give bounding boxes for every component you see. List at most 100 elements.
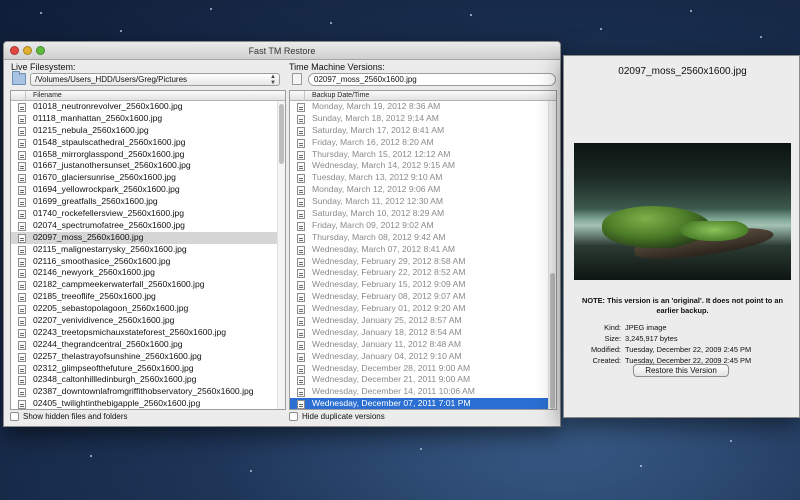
file-row[interactable]: 01740_rockefellersview_2560x1600.jpg <box>11 208 285 220</box>
version-date: Thursday, March 15, 2012 12:12 AM <box>312 148 451 159</box>
version-row[interactable]: Wednesday, January 18, 2012 8:54 AM <box>290 327 556 339</box>
file-name: 02205_sebastopolagoon_2560x1600.jpg <box>33 303 189 314</box>
version-row[interactable]: Saturday, March 10, 2012 8:29 AM <box>290 208 556 220</box>
version-row[interactable]: Tuesday, March 13, 2012 9:10 AM <box>290 172 556 184</box>
file-row[interactable]: 02257_thelastrayofsunshine_2560x1600.jpg <box>11 351 285 363</box>
version-list[interactable]: Backup Date/Time Monday, March 19, 2012 … <box>289 90 557 410</box>
file-icon <box>297 174 305 184</box>
zoom-button[interactable] <box>36 46 45 55</box>
file-row[interactable]: 02115_malignestarrysky_2560x1600.jpg <box>11 244 285 256</box>
file-name: 02312_glimpseofthefuture_2560x1600.jpg <box>33 362 194 373</box>
version-list-scroll-thumb[interactable] <box>550 273 555 409</box>
file-icon <box>18 328 26 338</box>
file-row[interactable]: 02387_downtownlafromgriffithobservatory_… <box>11 386 285 398</box>
size-row: Size: 3,245,917 bytes <box>564 333 800 344</box>
window-title: Fast TM Restore <box>248 46 316 56</box>
version-row[interactable]: Wednesday, March 07, 2012 8:41 AM <box>290 244 556 256</box>
version-row[interactable]: Wednesday, January 11, 2012 8:48 AM <box>290 339 556 351</box>
file-row[interactable]: 02243_treetopsmichauxstateforest_2560x16… <box>11 327 285 339</box>
file-row[interactable]: 02244_thegrandcentral_2560x1600.jpg <box>11 339 285 351</box>
version-row[interactable]: Monday, March 12, 2012 9:06 AM <box>290 184 556 196</box>
file-row[interactable]: 01694_yellowrockpark_2560x1600.jpg <box>11 184 285 196</box>
file-icon <box>18 317 26 327</box>
version-row[interactable]: Friday, March 09, 2012 9:02 AM <box>290 220 556 232</box>
file-row[interactable]: 02097_moss_2560x1600.jpg <box>11 231 285 244</box>
version-row[interactable]: Wednesday, February 01, 2012 9:20 AM <box>290 303 556 315</box>
version-row[interactable]: Wednesday, February 15, 2012 9:09 AM <box>290 279 556 291</box>
backup-date-column-header[interactable]: Backup Date/Time <box>290 91 556 101</box>
file-list[interactable]: Filename 01018_neutronrevolver_2560x1600… <box>10 90 286 410</box>
file-row[interactable]: 02146_newyork_2560x1600.jpg <box>11 267 285 279</box>
version-row[interactable]: Sunday, March 18, 2012 9:14 AM <box>290 113 556 125</box>
version-row[interactable]: Friday, March 16, 2012 8:20 AM <box>290 137 556 149</box>
file-name: 01118_manhattan_2560x1600.jpg <box>33 112 163 123</box>
version-row[interactable]: Monday, March 19, 2012 8:36 AM <box>290 101 556 113</box>
document-icon <box>292 73 302 85</box>
version-row[interactable]: Thursday, March 08, 2012 9:42 AM <box>290 232 556 244</box>
hide-duplicates-checkbox[interactable]: Hide duplicate versions <box>289 412 385 421</box>
version-date: Wednesday, January 25, 2012 8:57 AM <box>312 315 462 326</box>
window-controls <box>10 46 45 55</box>
file-name: 01694_yellowrockpark_2560x1600.jpg <box>33 184 180 195</box>
file-row[interactable]: 02185_treeoflife_2560x1600.jpg <box>11 291 285 303</box>
file-name: 02387_downtownlafromgriffithobservatory_… <box>33 386 254 397</box>
version-date: Friday, March 09, 2012 9:02 AM <box>312 219 434 230</box>
close-button[interactable] <box>10 46 19 55</box>
file-row[interactable]: 02074_spectrumofatree_2560x1600.jpg <box>11 220 285 232</box>
version-row[interactable]: Wednesday, February 29, 2012 8:58 AM <box>290 256 556 268</box>
live-filesystem-label: Live Filesystem: <box>11 62 76 72</box>
file-name: 01667_justanothersunset_2560x1600.jpg <box>33 160 191 171</box>
file-rows: 01018_neutronrevolver_2560x1600.jpg 01118… <box>11 101 285 409</box>
version-date: Wednesday, February 08, 2012 9:07 AM <box>312 291 466 302</box>
version-list-scrollbar[interactable] <box>548 101 556 409</box>
file-name: 02074_spectrumofatree_2560x1600.jpg <box>33 219 185 230</box>
file-row[interactable]: 02405_twilightinthebigapple_2560x1600.jp… <box>11 398 285 409</box>
file-row[interactable]: 01118_manhattan_2560x1600.jpg <box>11 113 285 125</box>
file-row[interactable]: 01670_glaciersunrise_2560x1600.jpg <box>11 172 285 184</box>
file-row[interactable]: 02312_glimpseofthefuture_2560x1600.jpg <box>11 363 285 375</box>
file-row[interactable]: 01215_nebula_2560x1600.jpg <box>11 125 285 137</box>
file-name: 01670_glaciersunrise_2560x1600.jpg <box>33 172 176 183</box>
file-row[interactable]: 01548_stpaulscathedral_2560x1600.jpg <box>11 137 285 149</box>
version-row[interactable]: Wednesday, December 14, 2011 10:06 AM <box>290 386 556 398</box>
file-name: 01215_nebula_2560x1600.jpg <box>33 124 149 135</box>
version-row[interactable]: Wednesday, December 07, 2011 7:01 PM <box>290 398 556 409</box>
file-row[interactable]: 01667_justanothersunset_2560x1600.jpg <box>11 160 285 172</box>
file-row[interactable]: 01658_mirrorglasspond_2560x1600.jpg <box>11 149 285 161</box>
version-row[interactable]: Thursday, March 15, 2012 12:12 AM <box>290 149 556 161</box>
file-icon <box>18 340 26 350</box>
file-info: Kind: JPEG image Size: 3,245,917 bytes M… <box>564 322 800 366</box>
file-row[interactable]: 02116_smoothasice_2560x1600.jpg <box>11 256 285 268</box>
checkbox-box[interactable] <box>289 412 298 421</box>
file-list-scroll-thumb[interactable] <box>279 104 284 164</box>
file-row[interactable]: 02207_venividivence_2560x1600.jpg <box>11 315 285 327</box>
version-note: NOTE: This version is an 'original'. It … <box>581 296 784 315</box>
version-row[interactable]: Saturday, March 17, 2012 8:41 AM <box>290 125 556 137</box>
version-row[interactable]: Wednesday, December 21, 2011 9:00 AM <box>290 374 556 386</box>
file-icon <box>297 245 305 255</box>
file-icon <box>18 198 26 208</box>
version-row[interactable]: Wednesday, February 22, 2012 8:52 AM <box>290 267 556 279</box>
version-row[interactable]: Wednesday, March 14, 2012 9:15 AM <box>290 160 556 172</box>
restore-version-button[interactable]: Restore this Version <box>633 364 729 377</box>
minimize-button[interactable] <box>23 46 32 55</box>
filename-column-header[interactable]: Filename <box>11 91 285 101</box>
file-row[interactable]: 02205_sebastopolagoon_2560x1600.jpg <box>11 303 285 315</box>
version-row[interactable]: Wednesday, February 08, 2012 9:07 AM <box>290 291 556 303</box>
file-name: 01740_rockefellersview_2560x1600.jpg <box>33 208 184 219</box>
version-row[interactable]: Sunday, March 11, 2012 12:30 AM <box>290 196 556 208</box>
file-icon <box>297 400 305 409</box>
file-row[interactable]: 02182_campmeekerwaterfall_2560x1600.jpg <box>11 279 285 291</box>
version-row[interactable]: Wednesday, January 04, 2012 9:10 AM <box>290 351 556 363</box>
main-window: Fast TM Restore Live Filesystem: /Volume… <box>3 41 561 427</box>
file-row[interactable]: 02348_caltonhillledinburgh_2560x1600.jpg <box>11 374 285 386</box>
checkbox-box[interactable] <box>10 412 19 421</box>
file-list-scrollbar[interactable] <box>277 101 285 409</box>
file-row[interactable]: 01018_neutronrevolver_2560x1600.jpg <box>11 101 285 113</box>
show-hidden-checkbox[interactable]: Show hidden files and folders <box>10 412 128 421</box>
version-row[interactable]: Wednesday, January 25, 2012 8:57 AM <box>290 315 556 327</box>
path-select[interactable]: /Volumes/Users_HDD/Users/Greg/Pictures ▲… <box>30 73 280 86</box>
version-row[interactable]: Wednesday, December 28, 2011 9:00 AM <box>290 363 556 375</box>
file-row[interactable]: 01699_greatfalls_2560x1600.jpg <box>11 196 285 208</box>
file-icon <box>18 210 26 220</box>
